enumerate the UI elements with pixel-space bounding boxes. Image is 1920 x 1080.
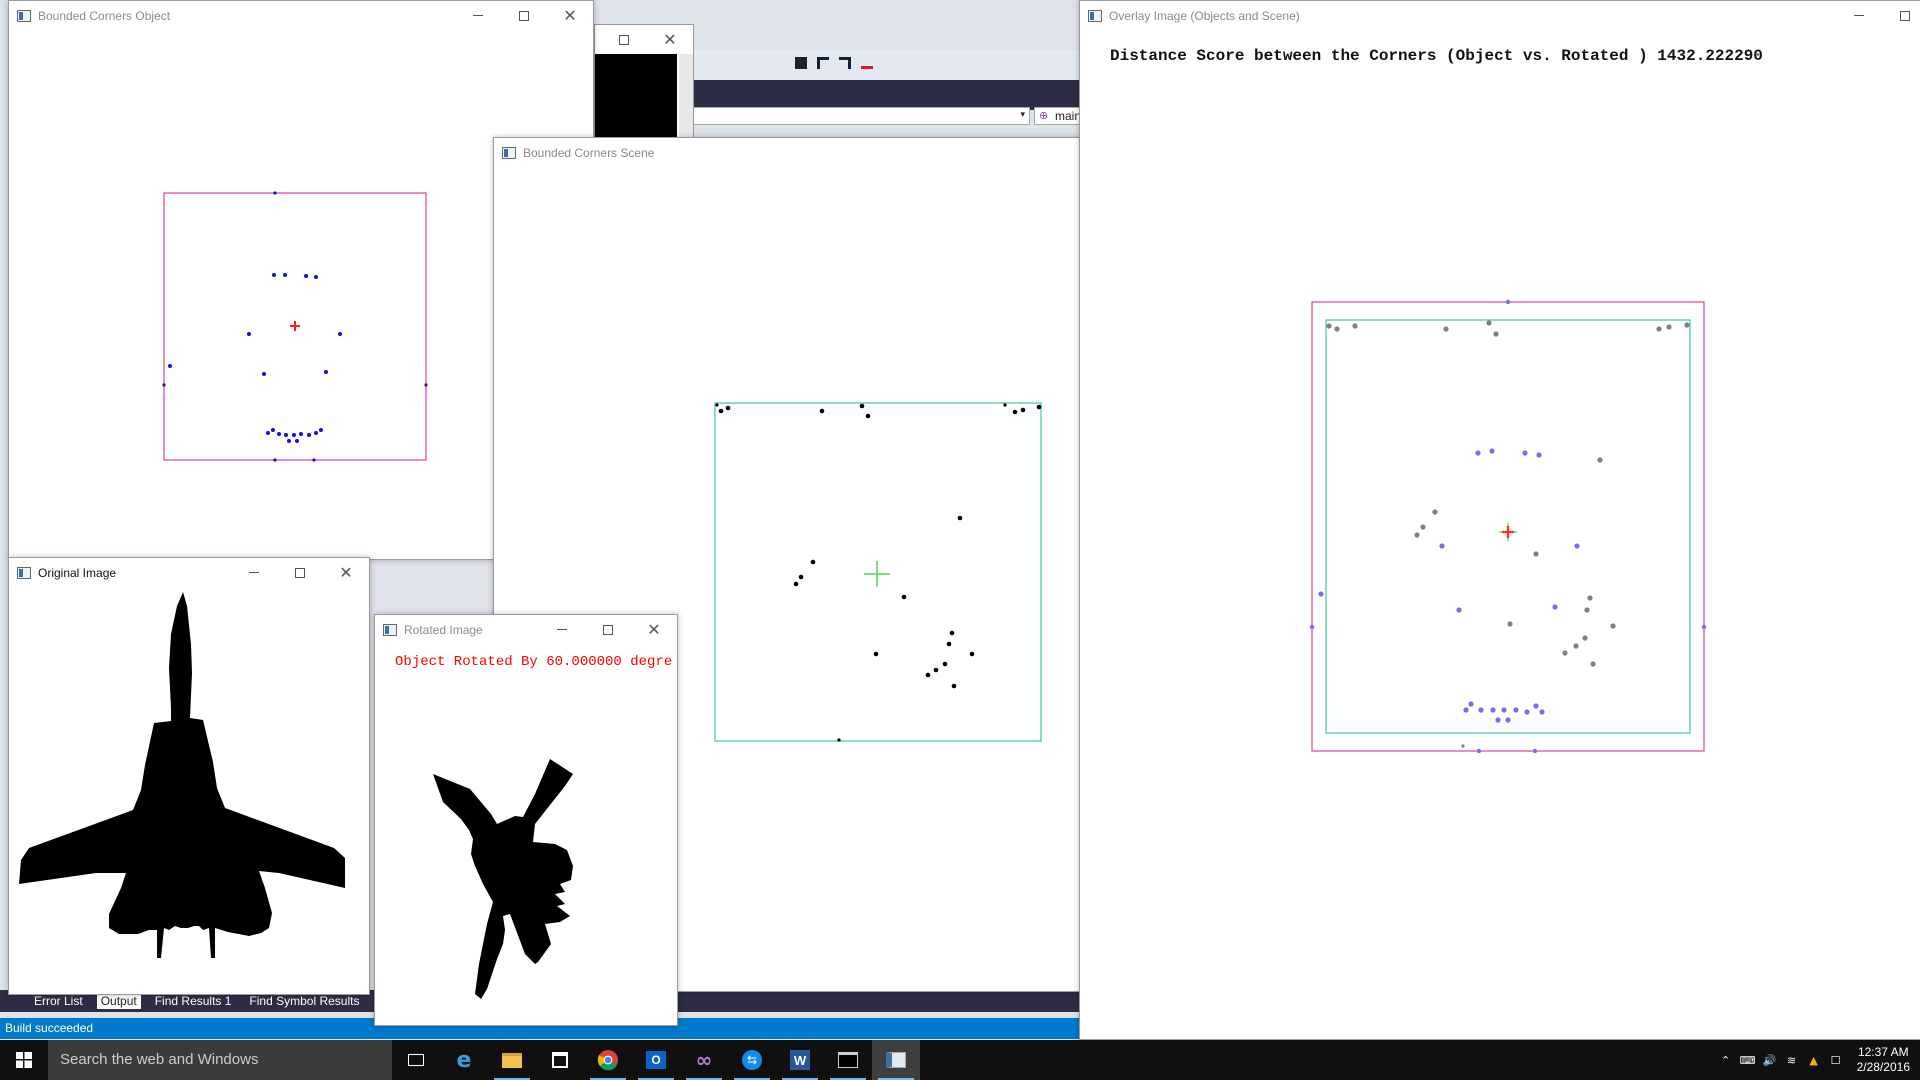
app-icon bbox=[383, 623, 397, 636]
scene-centroid-crosshair bbox=[864, 561, 890, 587]
image-canvas: Object Rotated By 60.000000 degre bbox=[375, 644, 677, 1025]
vs-member-combo[interactable]: ⊕ main bbox=[1034, 107, 1080, 125]
minimize-button[interactable] bbox=[231, 558, 277, 587]
volume-icon[interactable]: 🔊 bbox=[1759, 1040, 1781, 1080]
chrome-icon bbox=[597, 1050, 618, 1071]
window-overlay-image[interactable]: Overlay Image (Objects and Scene) Distan… bbox=[1079, 0, 1920, 1040]
centroid-crosshair bbox=[290, 321, 300, 331]
maximize-button[interactable] bbox=[585, 615, 631, 644]
vs-document-well bbox=[680, 80, 1080, 110]
minimize-button[interactable] bbox=[1836, 1, 1882, 30]
taskbar-edge[interactable]: e bbox=[440, 1040, 488, 1080]
store-icon bbox=[552, 1052, 568, 1068]
maximize-button[interactable] bbox=[601, 25, 647, 54]
tab-find-symbol-results[interactable]: Find Symbol Results bbox=[245, 993, 363, 1009]
window-rotated-image[interactable]: Rotated Image ✕ Object Rotated By 60.000… bbox=[374, 614, 678, 1026]
folder-icon bbox=[502, 1052, 522, 1068]
scene-corner-points bbox=[715, 403, 1042, 742]
app-icon bbox=[1088, 9, 1102, 22]
maximize-button[interactable] bbox=[1882, 1, 1920, 30]
taskbar-console[interactable] bbox=[824, 1040, 872, 1080]
maximize-button[interactable] bbox=[277, 558, 323, 587]
clear-bookmarks-icon[interactable] bbox=[861, 57, 873, 69]
visual-studio-icon: ∞ bbox=[695, 1048, 713, 1072]
minimize-button[interactable] bbox=[455, 1, 501, 30]
window-title: Bounded Corners Scene bbox=[523, 145, 655, 160]
system-tray: ⌃ ⌨ 🔊 ≋ ▲ ☐ 12:37 AM 2/28/2016 bbox=[1715, 1040, 1920, 1080]
tab-find-results-1[interactable]: Find Results 1 bbox=[151, 993, 236, 1009]
keyboard-icon[interactable]: ⌨ bbox=[1737, 1040, 1759, 1080]
taskbar-opencv-window[interactable] bbox=[872, 1040, 920, 1080]
window-title: Original Image bbox=[38, 565, 117, 580]
jet-silhouette bbox=[19, 592, 345, 958]
notifications-icon[interactable]: ☐ bbox=[1825, 1040, 1847, 1080]
console-icon bbox=[838, 1052, 858, 1068]
close-button[interactable]: ✕ bbox=[323, 558, 369, 587]
taskbar-visual-studio[interactable]: ∞ bbox=[680, 1040, 728, 1080]
task-view-button[interactable] bbox=[392, 1040, 440, 1080]
vs-toolbar bbox=[680, 50, 1080, 80]
titlebar[interactable]: Original Image ✕ bbox=[9, 558, 369, 587]
clock[interactable]: 12:37 AM 2/28/2016 bbox=[1847, 1045, 1920, 1075]
overlay-centroid-crosshair bbox=[1499, 523, 1517, 541]
window-app-icon bbox=[886, 1052, 906, 1068]
titlebar[interactable]: Overlay Image (Objects and Scene) bbox=[1080, 1, 1920, 30]
taskbar-outlook[interactable]: O bbox=[632, 1040, 680, 1080]
start-button[interactable] bbox=[0, 1040, 48, 1080]
vs-scope-combo[interactable]: ▾ bbox=[690, 107, 1030, 125]
app-icon bbox=[502, 146, 516, 159]
google-drive-icon[interactable]: ▲ bbox=[1803, 1040, 1825, 1080]
rotated-jet-silhouette bbox=[433, 759, 573, 999]
distance-score-text: Distance Score between the Corners (Obje… bbox=[1110, 47, 1763, 65]
clock-date: 2/28/2016 bbox=[1856, 1060, 1910, 1074]
taskbar-word[interactable]: W bbox=[776, 1040, 824, 1080]
bookmark-icon[interactable] bbox=[795, 57, 807, 69]
taskbar-teamviewer[interactable]: ⇆ bbox=[728, 1040, 776, 1080]
network-icon[interactable]: ≋ bbox=[1781, 1040, 1803, 1080]
clock-time: 12:37 AM bbox=[1857, 1045, 1909, 1059]
tab-output[interactable]: Output bbox=[96, 993, 141, 1009]
chevron-down-icon: ▾ bbox=[1020, 109, 1025, 119]
function-icon: ⊕ bbox=[1039, 110, 1049, 122]
close-button[interactable]: ✕ bbox=[647, 25, 693, 54]
window-title: Bounded Corners Object bbox=[38, 8, 171, 23]
app-icon bbox=[17, 9, 31, 22]
outlook-icon: O bbox=[646, 1051, 666, 1069]
next-bookmark-icon[interactable] bbox=[839, 57, 851, 69]
edge-icon: e bbox=[456, 1047, 472, 1073]
taskbar-chrome[interactable] bbox=[584, 1040, 632, 1080]
search-box[interactable]: Search the web and Windows bbox=[48, 1040, 392, 1080]
scene-bounding-rect bbox=[714, 402, 1042, 742]
tab-error-list[interactable]: Error List bbox=[30, 993, 87, 1009]
task-view-icon bbox=[408, 1054, 424, 1066]
windows-logo-icon bbox=[16, 1052, 32, 1068]
teamviewer-icon: ⇆ bbox=[742, 1050, 762, 1070]
rotation-caption: Object Rotated By 60.000000 degre bbox=[395, 654, 673, 670]
app-icon bbox=[17, 566, 31, 579]
taskbar: Search the web and Windows e O ∞ ⇆ W ⌃ ⌨… bbox=[0, 1040, 1920, 1080]
titlebar[interactable]: Rotated Image ✕ bbox=[375, 615, 677, 644]
image-canvas: Distance Score between the Corners (Obje… bbox=[1080, 30, 1920, 1039]
overlay-plot bbox=[1309, 299, 1707, 754]
console-window[interactable]: ✕ bbox=[594, 24, 694, 154]
console-window-controls: ✕ bbox=[601, 25, 693, 54]
titlebar[interactable]: Bounded Corners Object ✕ bbox=[9, 1, 593, 30]
chevron-up-icon[interactable]: ⌃ bbox=[1715, 1040, 1737, 1080]
prev-bookmark-icon[interactable] bbox=[817, 57, 829, 69]
image-canvas bbox=[9, 587, 369, 994]
maximize-button[interactable] bbox=[501, 1, 547, 30]
taskbar-file-explorer[interactable] bbox=[488, 1040, 536, 1080]
minimize-button[interactable] bbox=[539, 615, 585, 644]
word-icon: W bbox=[790, 1050, 810, 1070]
window-title: Overlay Image (Objects and Scene) bbox=[1109, 8, 1300, 23]
close-button[interactable]: ✕ bbox=[547, 1, 593, 30]
window-original-image[interactable]: Original Image ✕ bbox=[8, 557, 370, 995]
window-title: Rotated Image bbox=[404, 622, 483, 637]
close-button[interactable]: ✕ bbox=[631, 615, 677, 644]
vs-member-combo-text: main bbox=[1055, 109, 1080, 123]
taskbar-store[interactable] bbox=[536, 1040, 584, 1080]
